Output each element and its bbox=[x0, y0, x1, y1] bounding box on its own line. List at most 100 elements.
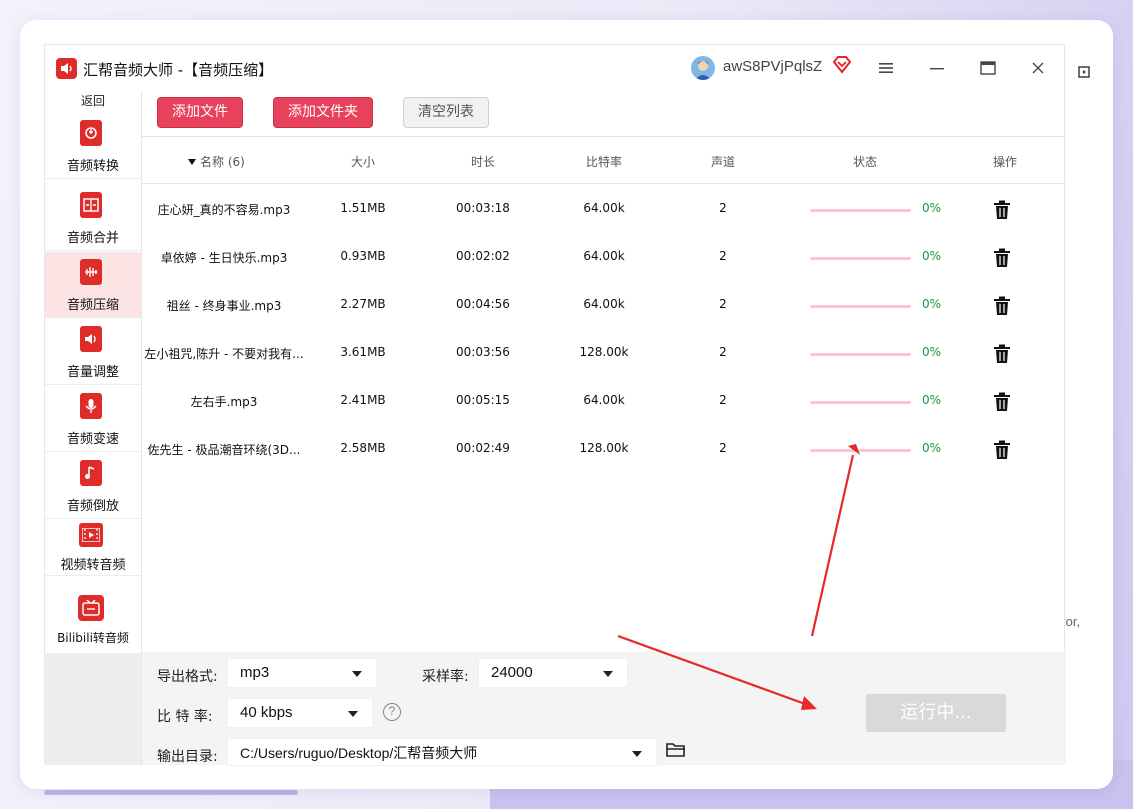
chevron-down-icon bbox=[352, 671, 362, 677]
chevron-down-icon bbox=[632, 751, 642, 757]
table-row[interactable]: 庄心妍_真的不容易.mp3 1.51MB 00:03:18 64.00k 2 0… bbox=[142, 186, 1066, 234]
table-row[interactable]: 卓依婷 - 生日快乐.mp3 0.93MB 00:02:02 64.00k 2 … bbox=[142, 234, 1066, 282]
add-folder-button[interactable]: 添加文件夹 bbox=[273, 97, 373, 128]
avatar[interactable] bbox=[691, 56, 715, 80]
file-channels: 2 bbox=[719, 249, 727, 263]
trash-icon[interactable] bbox=[993, 392, 1011, 416]
bitrate-label: 比 特 率: bbox=[157, 709, 213, 725]
run-button[interactable]: 运行中... bbox=[866, 694, 1006, 732]
sidebar-item-video-to-audio[interactable]: 视频转音频 bbox=[45, 520, 141, 576]
progress-percent: 0% bbox=[922, 249, 942, 263]
column-header-action: 操作 bbox=[992, 155, 1017, 169]
volume-icon bbox=[80, 326, 102, 352]
sidebar-item-volume[interactable]: 音量调整 bbox=[45, 319, 141, 385]
column-header-name-label: 名称 bbox=[200, 155, 225, 169]
column-header-status: 状态 bbox=[852, 155, 877, 169]
sidebar: 返回 音频转换 音频合并 音频压缩 音量调整 音频变速 音频倒放 视频转音频 B… bbox=[45, 91, 142, 765]
close-icon[interactable] bbox=[1027, 57, 1049, 79]
audio-convert-icon bbox=[80, 120, 102, 146]
progress-percent: 0% bbox=[922, 441, 942, 455]
file-duration: 00:02:49 bbox=[456, 441, 510, 455]
chevron-down-icon bbox=[603, 671, 613, 677]
back-button[interactable]: 返回 bbox=[45, 91, 141, 113]
music-note-icon bbox=[80, 460, 102, 486]
help-icon[interactable]: ? bbox=[383, 703, 401, 721]
output-dir-label: 输出目录: bbox=[157, 749, 218, 765]
format-select[interactable]: mp3 bbox=[227, 658, 377, 688]
progress-bar bbox=[810, 257, 911, 260]
title-bar: 汇帮音频大师 -【音频压缩】 awS8PVjPqlsZ bbox=[45, 45, 1066, 91]
column-header-duration: 时长 bbox=[470, 155, 495, 169]
table-row[interactable]: 佐先生 - 极品潮音环绕(3D... 2.58MB 00:02:49 128.0… bbox=[142, 426, 1066, 474]
sidebar-item-audio-convert[interactable]: 音频转换 bbox=[45, 113, 141, 179]
progress-percent: 0% bbox=[922, 345, 942, 359]
file-bitrate: 128.00k bbox=[579, 441, 629, 455]
file-name: 卓依婷 - 生日快乐.mp3 bbox=[160, 251, 288, 265]
table-row[interactable]: 祖丝 - 终身事业.mp3 2.27MB 00:04:56 64.00k 2 0… bbox=[142, 282, 1066, 330]
progress-bar bbox=[810, 353, 911, 356]
column-header-channels: 声道 bbox=[710, 155, 735, 169]
clear-list-button[interactable]: 清空列表 bbox=[403, 97, 489, 128]
audio-compress-icon bbox=[80, 259, 102, 285]
file-duration: 00:03:18 bbox=[456, 201, 510, 215]
sidebar-item-reverse[interactable]: 音频倒放 bbox=[45, 453, 141, 519]
progress-percent: 0% bbox=[922, 297, 942, 311]
trash-icon[interactable] bbox=[993, 440, 1011, 464]
bitrate-value: 40 kbps bbox=[240, 704, 293, 721]
file-channels: 2 bbox=[719, 297, 727, 311]
sidebar-item-label: 音频变速 bbox=[66, 432, 119, 447]
progress-bar bbox=[810, 209, 911, 212]
column-header-size: 大小 bbox=[350, 155, 375, 169]
settings-panel: 导出格式: mp3 采样率: 24000 比 特 率: 40 kbps ? 输出… bbox=[142, 652, 1066, 766]
add-file-button[interactable]: 添加文件 bbox=[157, 97, 243, 128]
table-header: 名称 (6) 大小 时长 比特率 声道 状态 操作 bbox=[142, 137, 1066, 184]
sort-down-icon bbox=[188, 159, 196, 165]
film-icon bbox=[79, 523, 103, 547]
file-duration: 00:04:56 bbox=[456, 297, 510, 311]
file-channels: 2 bbox=[719, 201, 727, 215]
sidebar-item-label: 音频转换 bbox=[66, 159, 119, 174]
file-duration: 00:05:15 bbox=[456, 393, 510, 407]
maximize-icon[interactable] bbox=[977, 57, 999, 79]
sidebar-item-bilibili[interactable]: Bilibili转音频 bbox=[45, 586, 141, 653]
column-header-name[interactable]: 名称 (6) bbox=[188, 153, 258, 170]
progress-bar bbox=[810, 449, 911, 452]
username[interactable]: awS8PVjPqlsZ bbox=[723, 58, 822, 75]
file-name: 左小祖咒,陈升 - 不要对我有... bbox=[144, 347, 304, 361]
samplerate-select[interactable]: 24000 bbox=[478, 658, 628, 688]
file-channels: 2 bbox=[719, 441, 727, 455]
hamburger-icon[interactable] bbox=[875, 57, 897, 79]
app-window: 汇帮音频大师 -【音频压缩】 awS8PVjPqlsZ 返回 音频转换 音频合并… bbox=[44, 44, 1066, 766]
sidebar-item-audio-merge[interactable]: 音频合并 bbox=[45, 185, 141, 251]
sidebar-item-label: 音频压缩 bbox=[66, 298, 119, 313]
file-size: 2.58MB bbox=[340, 441, 386, 455]
trash-icon[interactable] bbox=[993, 248, 1011, 272]
minimize-icon[interactable] bbox=[926, 57, 948, 79]
trash-icon[interactable] bbox=[993, 344, 1011, 368]
trash-icon[interactable] bbox=[993, 296, 1011, 320]
progress-bar bbox=[810, 305, 911, 308]
sidebar-item-speed[interactable]: 音频变速 bbox=[45, 386, 141, 452]
file-size: 0.93MB bbox=[340, 249, 386, 263]
file-size: 2.41MB bbox=[340, 393, 386, 407]
file-name: 左右手.mp3 bbox=[190, 395, 258, 409]
background-scrollbar bbox=[44, 790, 298, 795]
file-bitrate: 64.00k bbox=[583, 297, 625, 311]
table-row[interactable]: 左小祖咒,陈升 - 不要对我有... 3.61MB 00:03:56 128.0… bbox=[142, 330, 1066, 378]
table-row[interactable]: 左右手.mp3 2.41MB 00:05:15 64.00k 2 0% bbox=[142, 378, 1066, 426]
output-dir-select[interactable]: C:/Users/ruguo/Desktop/汇帮音频大师 bbox=[227, 738, 657, 766]
microphone-icon bbox=[80, 393, 102, 419]
sidebar-item-label: Bilibili转音频 bbox=[57, 631, 129, 645]
side-panel-toggle-icon[interactable] bbox=[1078, 66, 1092, 80]
sidebar-item-audio-compress[interactable]: 音频压缩 bbox=[45, 252, 141, 318]
trash-icon[interactable] bbox=[993, 200, 1011, 224]
speaker-icon bbox=[56, 58, 77, 79]
file-name: 祖丝 - 终身事业.mp3 bbox=[166, 299, 282, 313]
bitrate-select[interactable]: 40 kbps bbox=[227, 698, 373, 728]
diamond-icon[interactable] bbox=[832, 56, 852, 78]
sidebar-item-label: 音频合并 bbox=[66, 231, 119, 246]
progress-percent: 0% bbox=[922, 201, 942, 215]
folder-icon[interactable] bbox=[666, 742, 686, 762]
tv-icon bbox=[78, 595, 104, 621]
sidebar-footer bbox=[45, 653, 141, 765]
